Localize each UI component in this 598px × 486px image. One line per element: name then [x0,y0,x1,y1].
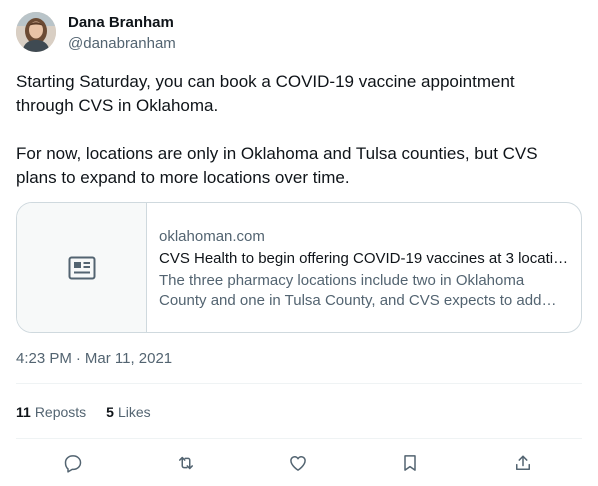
repost-button[interactable] [169,450,203,476]
reposts-label: Reposts [34,404,87,420]
author-display-name[interactable]: Dana Branham [68,13,174,33]
divider [16,438,582,439]
likes-label: Likes [117,404,151,420]
tweet: Dana Branham @danabranham Starting Satur… [0,0,598,486]
like-icon [290,456,306,471]
tweet-text: Starting Saturday, you can book a COVID-… [16,70,576,190]
avatar[interactable] [16,12,56,52]
link-card-description: The three pharmacy locations include two… [159,271,542,309]
tweet-time: 4:23 PM [16,350,72,367]
engagement-stats: 11 Reposts 5 Likes [16,402,151,422]
share-button[interactable] [506,450,540,476]
tweet-paragraph: Starting Saturday, you can book a COVID-… [16,72,515,115]
news-article-icon [68,256,95,279]
tweet-paragraph: For now, locations are only in Oklahoma … [16,144,538,187]
repost-icon [179,456,193,470]
reposts-stat[interactable]: 11 Reposts [16,402,86,422]
tweet-date: Mar 11, 2021 [84,350,173,367]
avatar-photo [16,12,56,52]
reposts-count: 11 [16,404,31,420]
link-card-thumbnail [17,203,147,332]
link-card-domain: oklahoman.com [159,227,265,245]
link-card-text: oklahoman.com CVS Health to begin offeri… [147,203,581,332]
action-bar [16,450,582,476]
share-icon [516,455,530,470]
tweet-timestamp[interactable]: 4:23 PM · Mar 11, 2021 [16,349,172,369]
bookmark-icon [404,455,416,471]
author-handle[interactable]: @danabranham [68,34,176,54]
bookmark-button[interactable] [393,450,427,476]
link-card-title: CVS Health to begin offering COVID-19 va… [159,249,569,267]
divider [16,383,582,384]
link-preview-card[interactable]: oklahoman.com CVS Health to begin offeri… [16,202,582,333]
like-button[interactable] [281,450,315,476]
likes-stat[interactable]: 5 Likes [106,402,150,422]
likes-count: 5 [106,404,114,420]
reply-button[interactable] [56,450,90,476]
reply-icon [64,455,82,473]
timestamp-separator: · [75,350,81,367]
